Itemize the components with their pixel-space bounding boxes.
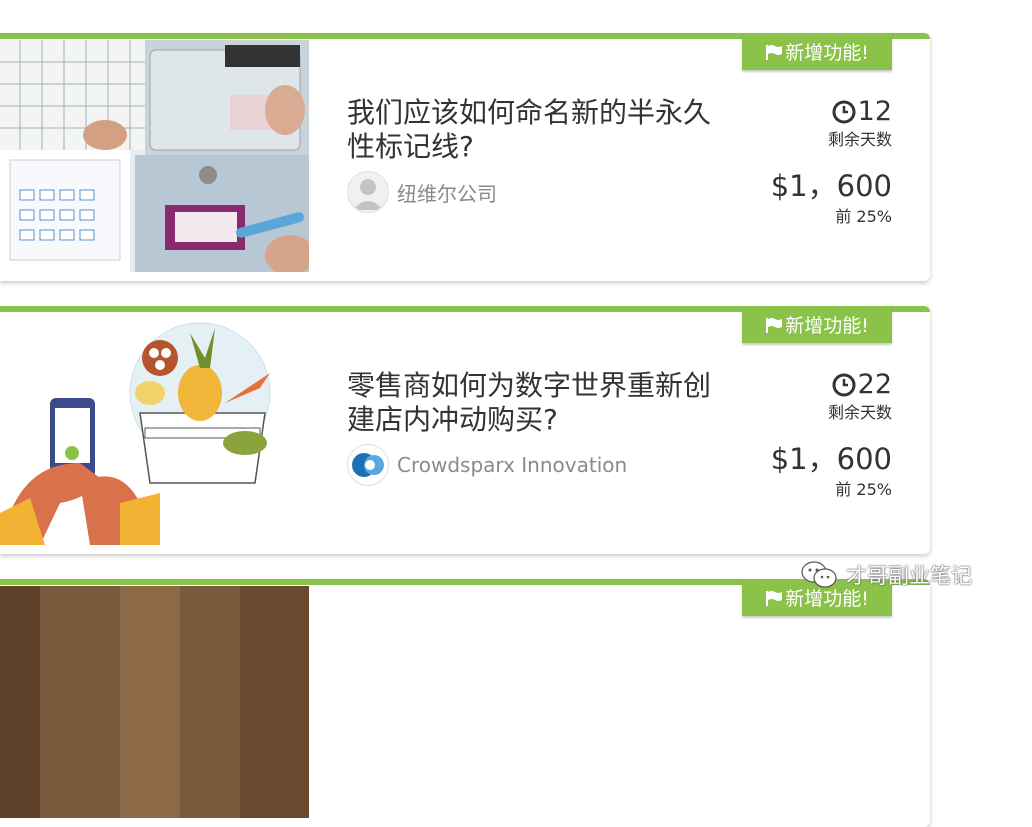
flag-icon [766,317,783,333]
challenge-title[interactable]: 零售商如何为数字世界重新创建店内冲动购买? [347,369,727,437]
wechat-icon [801,561,837,588]
days-remaining: 22 剩余天数 [828,370,892,423]
challenge-thumbnail[interactable] [0,313,309,545]
flag-icon [766,590,783,606]
flag-icon [766,44,783,60]
challenge-card[interactable]: 新增功能! [0,579,930,827]
prize-rank: 前 25% [835,480,892,499]
watermark-text: 才哥副业笔记 [846,564,972,588]
challenge-card[interactable]: 新增功能! 零售商如何为数字世界重新创建店内冲动购买? Crowdsparx I… [0,306,930,554]
days-remaining: 12 剩余天数 [828,97,892,150]
badge-label: 新增功能! [785,315,869,337]
days-count: 22 [857,369,892,400]
new-feature-badge: 新增功能! [742,33,892,70]
crowdsparx-logo-icon [347,444,389,486]
prize-amount: $1，600 [770,442,892,476]
new-feature-badge: 新增功能! [742,306,892,343]
prize-info: $1，600 前 25% [771,169,892,227]
prize-info: $1，600 前 25% [771,442,892,500]
prize-amount: $1，600 [770,169,892,203]
watermark: 才哥副业笔记 [800,560,972,590]
days-count: 12 [857,96,892,127]
challenge-thumbnail[interactable] [0,40,309,272]
company-info: 纽维尔公司 [347,171,497,213]
challenge-title[interactable]: 我们应该如何命名新的半永久性标记线? [347,96,727,164]
company-name[interactable]: Crowdsparx Innovation [397,453,627,477]
default-avatar-icon [347,171,389,213]
company-name[interactable]: 纽维尔公司 [397,178,497,207]
clock-icon [832,100,856,124]
days-label: 剩余天数 [827,403,892,422]
clock-icon [832,373,856,397]
badge-label: 新增功能! [785,42,869,64]
days-label: 剩余天数 [827,130,892,149]
challenge-thumbnail[interactable] [0,586,309,818]
challenge-card[interactable]: 新增功能! 我们应该如何命名新的半永久性标记线? 纽维尔公司 12 剩余天数 $… [0,33,930,281]
company-info: Crowdsparx Innovation [347,444,627,486]
prize-rank: 前 25% [835,207,892,226]
